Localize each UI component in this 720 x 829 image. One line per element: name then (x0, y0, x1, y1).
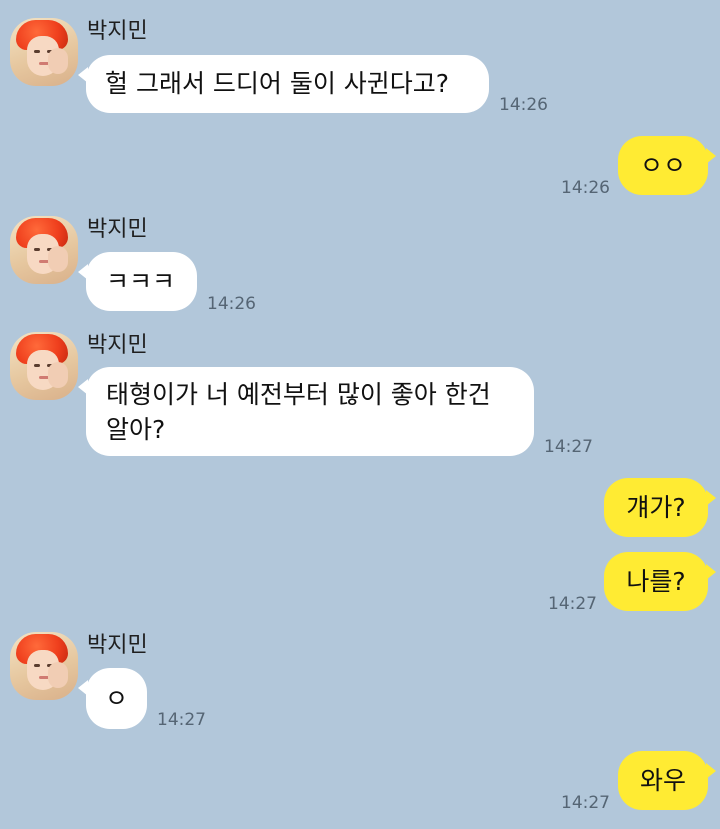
avatar-icon[interactable] (10, 332, 78, 400)
message-time: 14:27 (544, 437, 593, 457)
sender-name: 박지민 (87, 333, 148, 358)
message-time: 14:26 (561, 178, 610, 198)
message-text: 와우 (639, 766, 686, 795)
sender-name: 박지민 (87, 19, 148, 44)
message-time: 14:26 (499, 95, 548, 115)
message-text: 걔가? (626, 493, 686, 522)
incoming-message-bubble[interactable]: ㅇ (78, 668, 147, 729)
sender-name: 박지민 (87, 633, 148, 658)
message-text: 헐 그래서 드디어 둘이 사귄다고? (105, 69, 450, 98)
outgoing-message-bubble[interactable]: ㅇㅇ (618, 136, 716, 195)
message-text: 태형이가 너 예전부터 많이 좋아 한건 (106, 380, 491, 409)
outgoing-message-bubble[interactable]: 나를? (604, 552, 716, 611)
message-time: 14:26 (207, 294, 256, 314)
incoming-message-bubble[interactable]: 태형이가 너 예전부터 많이 좋아 한건 알아? (78, 367, 534, 456)
sender-name: 박지민 (87, 217, 148, 242)
outgoing-message-bubble[interactable]: 와우 (618, 751, 716, 810)
message-text-line-2: 알아? (106, 415, 166, 444)
avatar-icon[interactable] (10, 18, 78, 86)
message-time: 14:27 (157, 710, 206, 730)
message-text: ㅇㅇ (639, 151, 686, 180)
message-time: 14:27 (548, 594, 597, 614)
message-text: 나를? (626, 567, 686, 596)
incoming-message-bubble[interactable]: 헐 그래서 드디어 둘이 사귄다고? (78, 55, 489, 113)
avatar-icon[interactable] (10, 216, 78, 284)
message-time: 14:27 (561, 793, 610, 813)
chat-room: 박지민 헐 그래서 드디어 둘이 사귄다고? 14:26 14:26 ㅇㅇ 박지… (0, 0, 720, 829)
message-text: ㅇ (105, 684, 129, 713)
message-text: ㅋㅋㅋ (106, 267, 176, 296)
outgoing-message-bubble[interactable]: 걔가? (604, 478, 716, 537)
avatar-icon[interactable] (10, 632, 78, 700)
incoming-message-bubble[interactable]: ㅋㅋㅋ (78, 252, 197, 311)
